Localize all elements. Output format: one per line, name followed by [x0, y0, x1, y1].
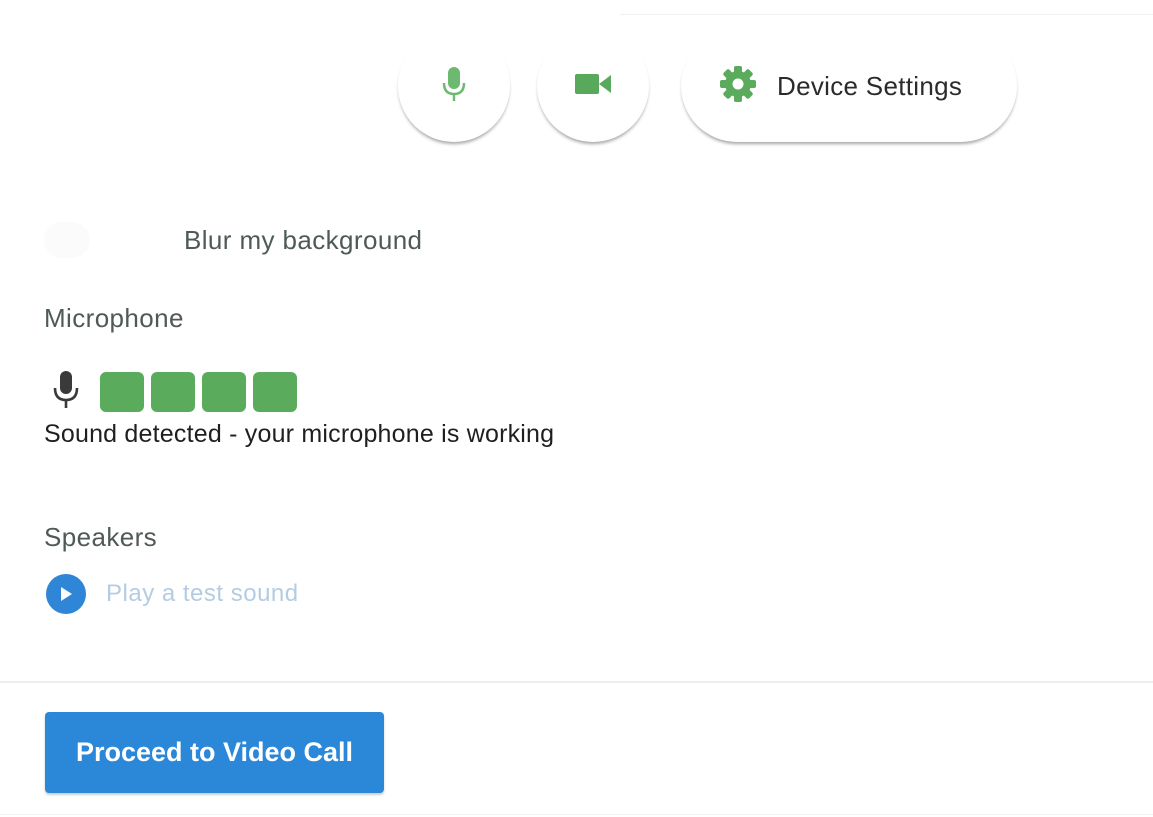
videocam-icon [574, 71, 612, 102]
bottom-divider [0, 814, 1153, 815]
level-bar [100, 371, 144, 412]
level-bar [202, 371, 246, 412]
blur-background-row: Blur my background [44, 222, 422, 258]
device-setup-page: Device Settings Blur my background Micro… [0, 0, 1153, 817]
gear-icon [719, 65, 757, 108]
device-settings-label: Device Settings [777, 70, 963, 101]
mic-toggle-button[interactable] [398, 30, 510, 142]
microphone-status-text: Sound detected - your microphone is work… [44, 420, 555, 448]
camera-toggle-button[interactable] [537, 30, 649, 142]
level-bar [151, 371, 195, 412]
microphone-icon [52, 368, 80, 415]
blur-background-toggle[interactable] [44, 222, 90, 258]
play-test-sound-link[interactable]: Play a test sound [46, 574, 299, 614]
microphone-section-title: Microphone [44, 303, 184, 333]
microphone-level-meter [52, 368, 304, 415]
device-settings-button[interactable]: Device Settings [681, 30, 1017, 142]
blur-background-label: Blur my background [184, 224, 423, 255]
section-divider [0, 681, 1153, 683]
speakers-section-title: Speakers [44, 522, 158, 552]
top-divider [620, 14, 1153, 15]
proceed-to-video-call-button[interactable]: Proceed to Video Call [45, 712, 384, 793]
play-circle-icon [46, 574, 86, 614]
play-test-sound-label: Play a test sound [106, 580, 299, 607]
level-bar [253, 371, 297, 412]
microphone-icon [441, 65, 467, 108]
